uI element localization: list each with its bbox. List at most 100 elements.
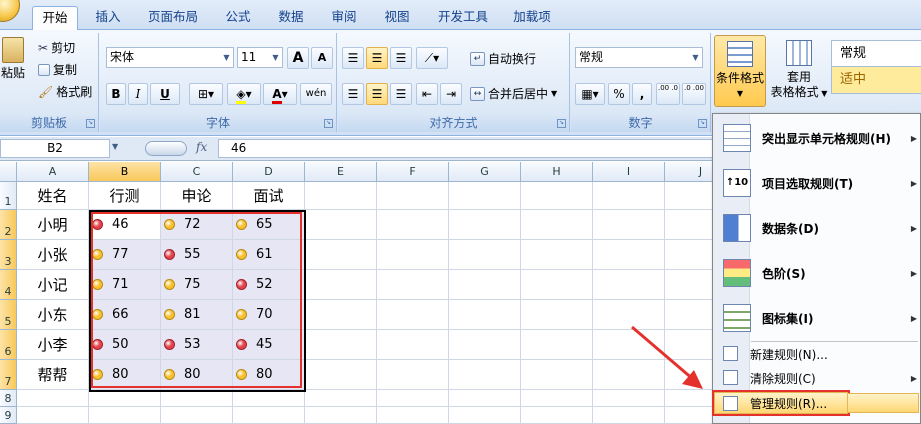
tab-addins[interactable]: 加载项: [506, 6, 558, 30]
cell[interactable]: [305, 360, 377, 390]
cell[interactable]: [305, 390, 377, 407]
menu-item-top-bottom-rules[interactable]: ↑10 项目选取规则(T) ▶: [714, 161, 919, 205]
font-launcher-icon[interactable]: ↘: [324, 119, 333, 128]
name-cell[interactable]: 帮帮: [17, 360, 89, 390]
paste-button[interactable]: 粘贴: [0, 37, 26, 81]
cell[interactable]: [89, 407, 161, 424]
cell[interactable]: [521, 300, 593, 330]
score-cell[interactable]: 75: [161, 270, 233, 300]
cell[interactable]: [593, 210, 665, 240]
bold-button[interactable]: B: [106, 83, 126, 105]
italic-button[interactable]: I: [128, 83, 148, 105]
increase-indent-button[interactable]: ⇥: [440, 83, 462, 105]
score-cell[interactable]: 77: [89, 240, 161, 270]
formula-bar-splitter[interactable]: [145, 141, 187, 156]
row-header[interactable]: 2: [0, 210, 17, 240]
cell[interactable]: [377, 407, 449, 424]
score-cell[interactable]: 50: [89, 330, 161, 360]
cell[interactable]: [521, 360, 593, 390]
office-button[interactable]: [0, 0, 20, 22]
score-cell[interactable]: 55: [161, 240, 233, 270]
header-cell[interactable]: 面试: [233, 182, 305, 210]
increase-decimal-button[interactable]: .00 .0: [656, 83, 680, 105]
cell-style-neutral[interactable]: 适中: [831, 67, 921, 94]
score-cell[interactable]: 53: [161, 330, 233, 360]
score-cell[interactable]: 80: [233, 360, 305, 390]
insert-function-icon[interactable]: fx: [196, 140, 207, 154]
header-cell[interactable]: 申论: [161, 182, 233, 210]
clipboard-launcher-icon[interactable]: ↘: [86, 119, 95, 128]
name-cell[interactable]: 小记: [17, 270, 89, 300]
cell[interactable]: [305, 407, 377, 424]
menu-item-manage-rules[interactable]: 管理规则(R)...: [712, 390, 850, 416]
format-painter-button[interactable]: 🖌 格式刷: [38, 83, 92, 100]
name-cell[interactable]: 小李: [17, 330, 89, 360]
tab-insert[interactable]: 插入: [84, 6, 132, 30]
cell[interactable]: [521, 407, 593, 424]
cell-style-normal[interactable]: 常规: [831, 40, 921, 67]
score-cell[interactable]: 65: [233, 210, 305, 240]
cell[interactable]: [593, 182, 665, 210]
score-cell[interactable]: 46: [89, 210, 161, 240]
shrink-font-button[interactable]: A: [311, 47, 333, 69]
alignment-launcher-icon[interactable]: ↘: [557, 119, 566, 128]
score-cell[interactable]: 80: [89, 360, 161, 390]
column-header[interactable]: D: [233, 162, 305, 182]
column-header[interactable]: C: [161, 162, 233, 182]
score-cell[interactable]: 70: [233, 300, 305, 330]
underline-button[interactable]: U: [150, 83, 180, 105]
cell[interactable]: [161, 390, 233, 407]
cell[interactable]: [377, 182, 449, 210]
accounting-format-button[interactable]: ▦▾: [575, 83, 605, 105]
cell[interactable]: [449, 240, 521, 270]
score-cell[interactable]: 61: [233, 240, 305, 270]
cell[interactable]: [233, 390, 305, 407]
cell[interactable]: [593, 360, 665, 390]
cell[interactable]: [377, 300, 449, 330]
column-header[interactable]: H: [521, 162, 593, 182]
align-bottom-button[interactable]: ☰: [390, 47, 412, 69]
cell[interactable]: [449, 210, 521, 240]
cell[interactable]: [377, 330, 449, 360]
cell[interactable]: [305, 330, 377, 360]
row-header[interactable]: 3: [0, 240, 17, 270]
cell[interactable]: [377, 210, 449, 240]
column-header[interactable]: E: [305, 162, 377, 182]
menu-item-icon-sets[interactable]: 图标集(I) ▶: [714, 296, 919, 340]
grow-font-button[interactable]: A: [287, 47, 309, 69]
wrap-text-button[interactable]: ↵ 自动换行: [470, 50, 536, 67]
cell[interactable]: [305, 270, 377, 300]
cell[interactable]: [17, 407, 89, 424]
column-header[interactable]: I: [593, 162, 665, 182]
font-size-select[interactable]: 11 ▼: [237, 47, 283, 68]
format-as-table-button[interactable]: 套用 表格格式 ▼: [768, 35, 830, 107]
menu-item-highlight-rules[interactable]: 突出显示单元格规则(H) ▶: [714, 116, 919, 160]
cell[interactable]: [449, 270, 521, 300]
name-cell[interactable]: 小东: [17, 300, 89, 330]
decrease-decimal-button[interactable]: .0 .00: [682, 83, 706, 105]
score-cell[interactable]: 66: [89, 300, 161, 330]
merge-center-button[interactable]: ↔ 合并后居中 ▼: [470, 85, 557, 102]
cell[interactable]: [233, 407, 305, 424]
cell[interactable]: [305, 240, 377, 270]
align-top-button[interactable]: ☰: [342, 47, 364, 69]
cell[interactable]: [449, 390, 521, 407]
cell[interactable]: [17, 390, 89, 407]
cell[interactable]: [521, 270, 593, 300]
cell[interactable]: [449, 182, 521, 210]
cell[interactable]: [449, 407, 521, 424]
tab-review[interactable]: 审阅: [323, 6, 365, 30]
row-header[interactable]: 6: [0, 330, 17, 360]
cell[interactable]: [305, 210, 377, 240]
row-header[interactable]: 4: [0, 270, 17, 300]
formula-input[interactable]: 46: [218, 139, 713, 158]
fill-color-button[interactable]: ◈▾: [227, 83, 261, 105]
column-header[interactable]: A: [17, 162, 89, 182]
menu-item-clear-rules[interactable]: 清除规则(C) ▶: [714, 367, 919, 389]
score-cell[interactable]: 72: [161, 210, 233, 240]
cell[interactable]: [593, 270, 665, 300]
cell[interactable]: [521, 210, 593, 240]
align-center-button[interactable]: ☰: [366, 83, 388, 105]
tab-page-layout[interactable]: 页面布局: [140, 6, 206, 30]
row-header[interactable]: 7: [0, 360, 17, 390]
